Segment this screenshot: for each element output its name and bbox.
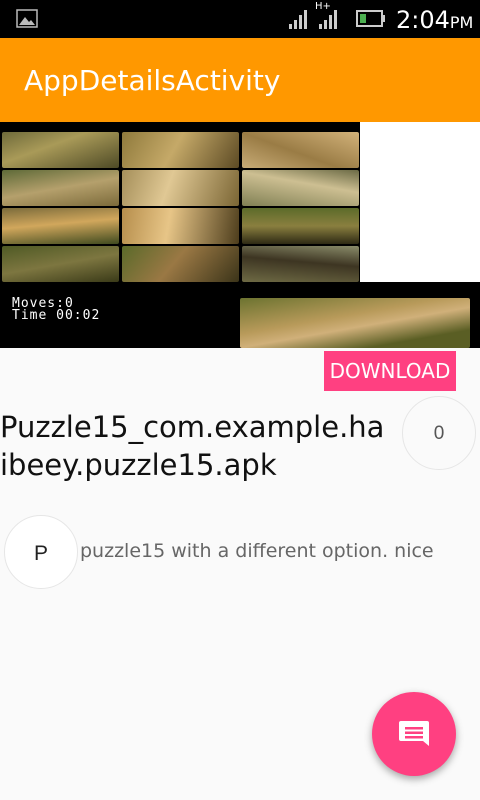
- download-button[interactable]: DOWNLOAD: [324, 351, 456, 391]
- puzzle-tile: [2, 208, 119, 244]
- clock: 2:04PM: [396, 6, 474, 34]
- empty-tile: [360, 122, 480, 282]
- page-title: AppDetailsActivity: [24, 64, 281, 97]
- puzzle-tile: [242, 170, 359, 206]
- count-badge[interactable]: 0: [402, 396, 476, 470]
- avatar[interactable]: P: [4, 515, 78, 589]
- signal-icon: [289, 10, 307, 29]
- puzzle-tile: [122, 208, 239, 244]
- puzzle-tile: [122, 170, 239, 206]
- puzzle-tile: [242, 132, 359, 168]
- preview-image: [240, 298, 470, 348]
- time-label: Time 00:02: [12, 308, 101, 323]
- battery-icon: [356, 10, 385, 27]
- moves-counter: Moves:0 Time 00:02: [12, 297, 101, 323]
- puzzle-tile: [122, 132, 239, 168]
- puzzle-tile: [2, 246, 119, 282]
- app-title: Puzzle15_com.example.haibeey.puzzle15.ap…: [0, 410, 385, 482]
- comment-text: puzzle15 with a different option. nice: [80, 540, 434, 562]
- puzzle-tile: [242, 246, 359, 282]
- status-bar: H+ 2:04PM: [0, 0, 480, 38]
- puzzle-tile: [122, 246, 239, 282]
- comment-icon: [399, 721, 429, 746]
- comment-fab-button[interactable]: [372, 692, 456, 776]
- signal-icon: [319, 10, 337, 29]
- app-bar: AppDetailsActivity: [0, 38, 480, 122]
- puzzle-tile: [242, 208, 359, 244]
- gallery-icon: [16, 9, 38, 28]
- puzzle-tile: [2, 170, 119, 206]
- puzzle-tile: [2, 132, 119, 168]
